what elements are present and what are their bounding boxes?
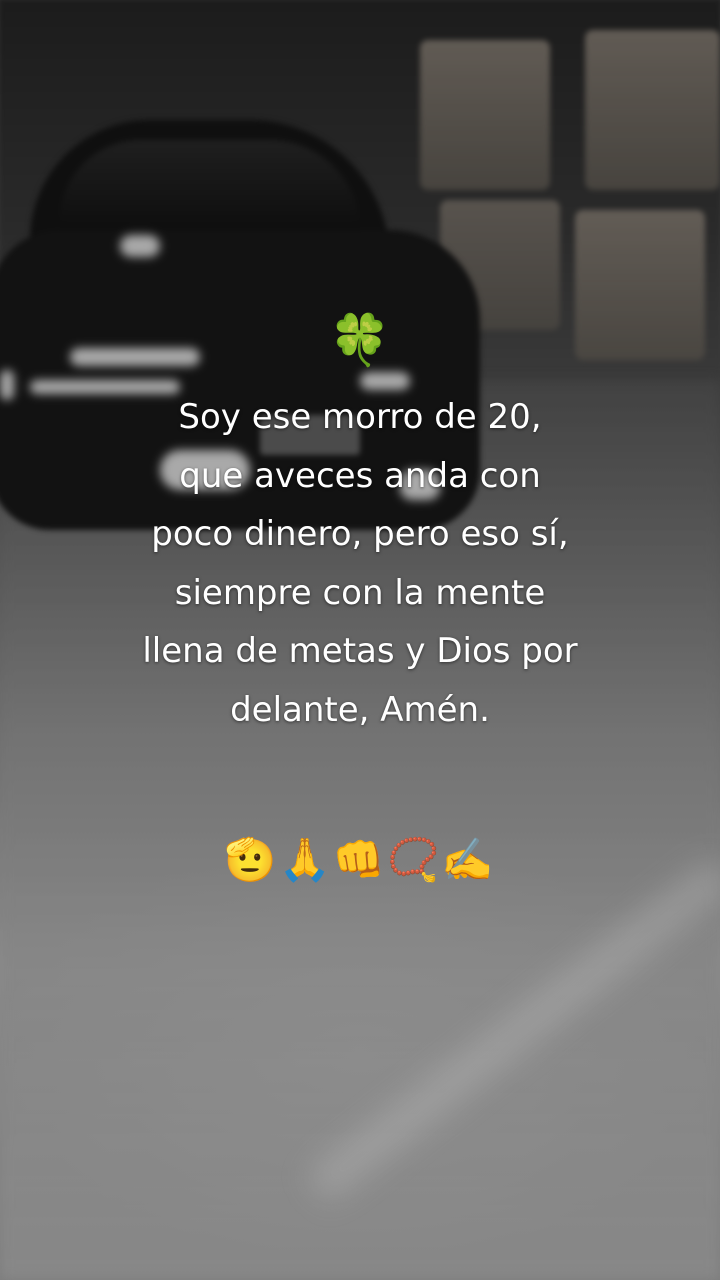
background-photo: 🍀 Soy ese morro de 20, que aveces anda c…	[0, 0, 720, 1280]
four-leaf-clover-icon: 🍀	[328, 312, 392, 368]
quote-text: Soy ese morro de 20, que aveces anda con…	[142, 397, 578, 730]
text-overlay: 🍀 Soy ese morro de 20, que aveces anda c…	[0, 300, 720, 891]
car-highlight	[120, 235, 160, 257]
emoji-row: 🫡🙏👊📿✍️	[224, 838, 496, 884]
wall-panel	[585, 30, 720, 190]
